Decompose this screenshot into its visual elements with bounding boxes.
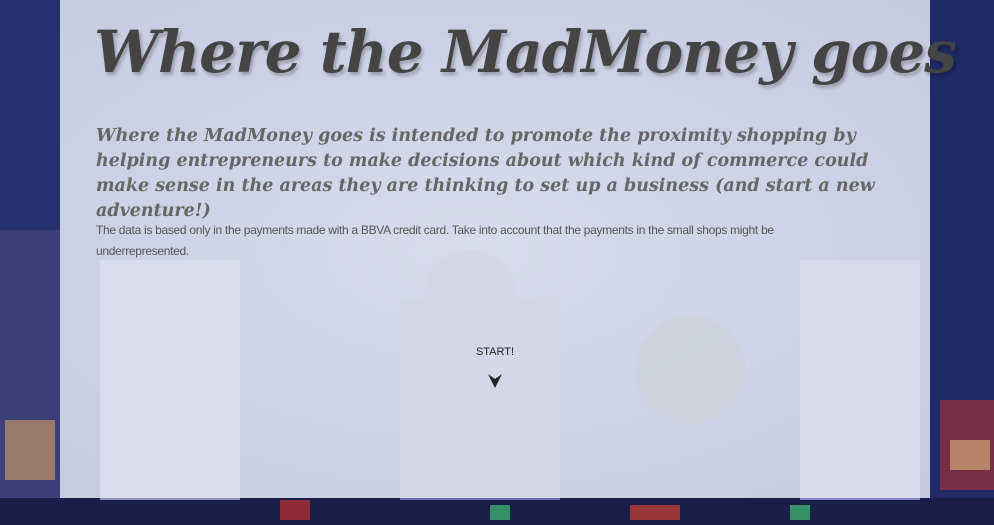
- arrow-down-icon[interactable]: [487, 373, 503, 389]
- intro-panel: Where the MadMoney goes Where the MadMon…: [60, 0, 957, 498]
- intro-description: Where the MadMoney goes is intended to p…: [96, 126, 875, 221]
- start-button[interactable]: START!: [460, 343, 530, 389]
- page-title: Where the MadMoney goes: [94, 18, 957, 86]
- data-disclaimer: The data is based only in the payments m…: [96, 223, 774, 258]
- start-label: START!: [475, 346, 515, 358]
